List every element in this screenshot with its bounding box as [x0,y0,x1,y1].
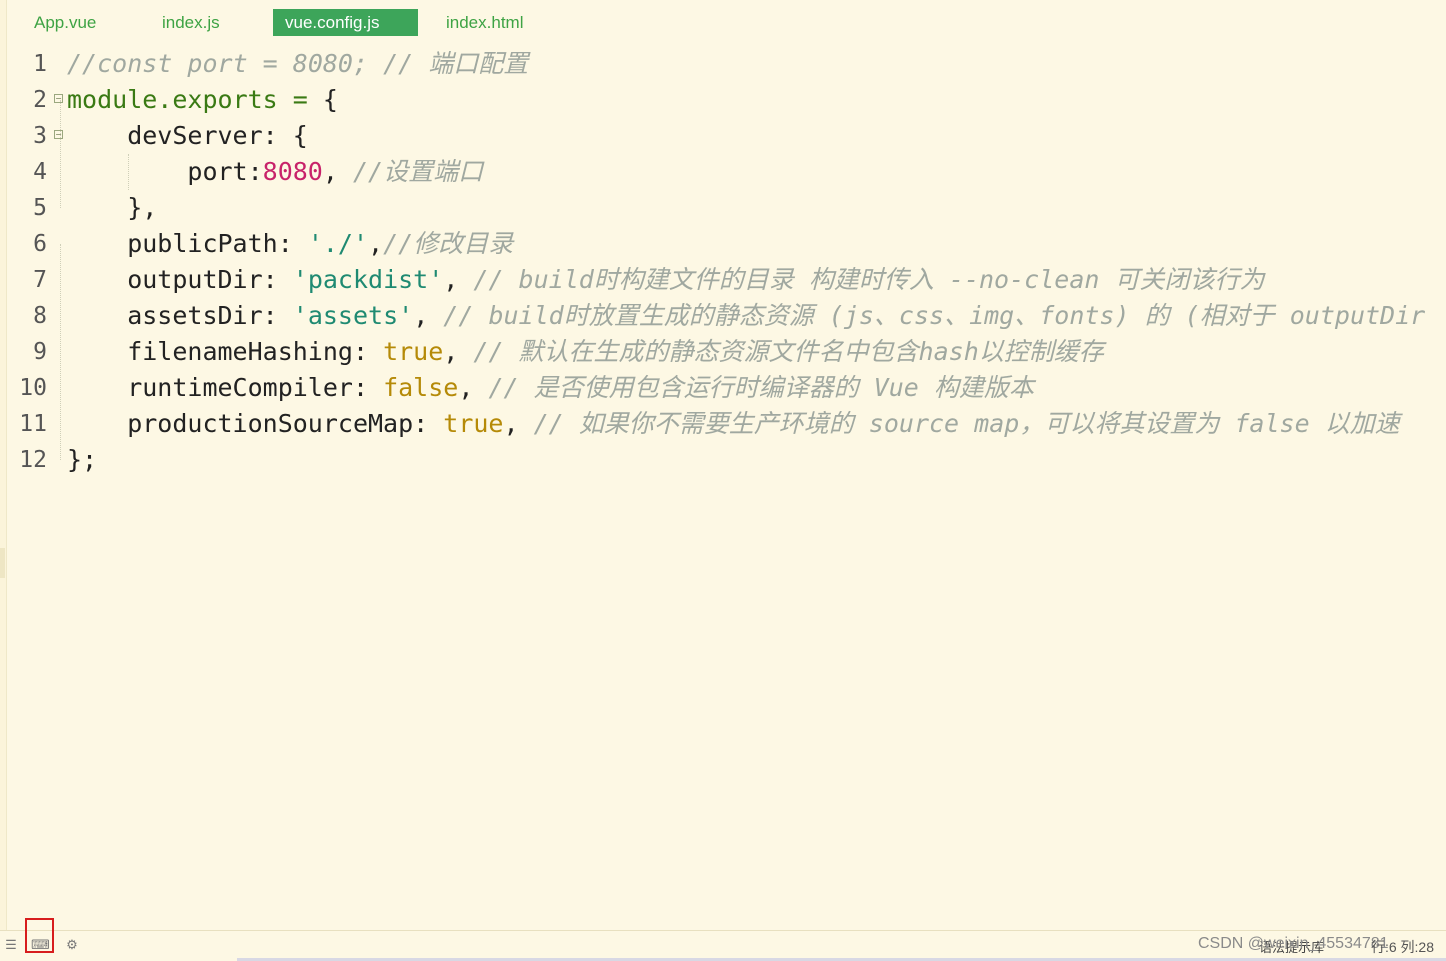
tab-bar: App.vue index.js vue.config.js index.htm… [0,0,1446,44]
code-line[interactable]: 11 productionSourceMap: true, // 如果你不需要生产… [0,406,1446,442]
code-text: module.exports = { [67,82,338,118]
code-token: publicPath: [127,229,308,258]
code-token: 'packdist' [292,265,444,294]
line-number: 7 [33,267,47,293]
code-token: // build时放置生成的静态资源 (js、css、img、fonts) 的 … [443,301,1426,330]
code-text: port:8080, //设置端口 [187,154,483,190]
status-bar: ☰ ⌨ ⚙ 语法提示库 CSDN @weixin_45534781 行:6 列:… [0,918,1446,961]
code-token: , [368,229,384,258]
code-text: filenameHashing: true, // 默认在生成的静态资源文件名中… [127,334,1104,370]
fold-toggle-icon[interactable]: − [54,130,63,139]
code-token: true [443,409,504,438]
code-token: , [322,157,353,186]
code-line[interactable]: 2− module.exports = { [0,82,1446,118]
code-token: 8080 [262,157,323,186]
code-token: , [443,337,474,366]
line-number: 2 [33,87,47,113]
code-line[interactable]: 5}, [0,190,1446,226]
code-editor[interactable]: 1//const port = 8080; // 端口配置 2− module.ex… [0,46,1446,926]
code-text: productionSourceMap: true, // 如果你不需要生产环境… [127,406,1400,442]
line-number: 4 [33,159,47,185]
code-line[interactable]: 1 //const port = 8080; // 端口配置 [0,46,1446,82]
code-token: , [413,301,444,330]
line-number: 1 [33,51,47,77]
code-token: //设置端口 [352,157,484,186]
line-number: 9 [33,339,47,365]
code-line[interactable]: 3− devServer: { [0,118,1446,154]
tab-index-js[interactable]: index.js [150,9,232,36]
code-text: //const port = 8080; // 端口配置 [67,46,528,82]
code-token: { [322,85,338,114]
code-text: }; [67,442,97,478]
code-text: }, [127,190,157,226]
code-token: assetsDir: [127,301,293,330]
code-token: false [383,373,459,402]
code-token: // 是否使用包含运行时编译器的 Vue 构建版本 [488,373,1034,402]
editor-window: App.vue index.js vue.config.js index.htm… [0,0,1446,961]
code-line[interactable]: 6 publicPath: './',//修改目录 [0,226,1446,262]
fold-toggle-icon[interactable]: − [54,94,63,103]
cursor-position[interactable]: 行:6 列:28 [1371,937,1434,957]
code-line[interactable]: 7 outputDir: 'packdist', // build时构建文件的目录… [0,262,1446,298]
code-token: outputDir: [127,265,293,294]
line-number: 11 [19,411,47,437]
code-token: , [458,373,489,402]
code-line[interactable]: 9 filenameHashing: true, // 默认在生成的静态资源文件名… [0,334,1446,370]
code-line[interactable]: 10 runtimeCompiler: false, // 是否使用包含运行时编译… [0,370,1446,406]
code-text: assetsDir: 'assets', // build时放置生成的静态资源 … [127,298,1425,334]
code-token: }, [127,193,158,222]
code-token: './' [307,229,369,258]
code-token: //const port = 8080; // 端口配置 [67,49,529,78]
code-token: devServer: { [127,121,308,150]
code-token: port: [187,157,263,186]
code-token: 'assets' [292,301,414,330]
code-text: outputDir: 'packdist', // build时构建文件的目录 … [127,262,1264,298]
tab-app-vue[interactable]: App.vue [22,9,108,36]
code-token: // build时构建文件的目录 构建时传入 --no-clean 可关闭该行为 [473,265,1265,294]
code-text: publicPath: './',//修改目录 [127,226,513,262]
line-number: 10 [19,375,47,401]
code-token: true [383,337,444,366]
plugin-icon[interactable]: ⚙ [63,936,81,954]
line-number: 8 [33,303,47,329]
code-token: module.exports = [67,85,323,114]
line-number: 6 [33,231,47,257]
list-icon[interactable]: ☰ [2,936,20,954]
code-token: }; [67,445,98,474]
code-token: //修改目录 [383,229,514,258]
code-token: , [443,265,474,294]
code-line[interactable]: 12}; [0,442,1446,478]
terminal-highlight-box [25,918,54,953]
code-line[interactable]: 8 assetsDir: 'assets', // build时放置生成的静态资源… [0,298,1446,334]
line-number: 3 [33,123,47,149]
tab-vue-config-js[interactable]: vue.config.js [273,9,418,36]
code-token: // 如果你不需要生产环境的 source map，可以将其设置为 false … [533,409,1400,438]
code-token: productionSourceMap: [127,409,444,438]
code-line[interactable]: 4 port:8080, //设置端口 [0,154,1446,190]
line-number: 5 [33,195,47,221]
code-token: , [503,409,534,438]
tab-index-html[interactable]: index.html [434,9,535,36]
csdn-watermark: CSDN @weixin_45534781 [1198,935,1389,952]
code-text: devServer: { [127,118,308,154]
code-token: // 默认在生成的静态资源文件名中包含hash以控制缓存 [473,337,1104,366]
line-number: 12 [19,447,47,473]
code-text: runtimeCompiler: false, // 是否使用包含运行时编译器的… [127,370,1034,406]
code-token: runtimeCompiler: [127,373,384,402]
code-token: filenameHashing: [127,337,384,366]
